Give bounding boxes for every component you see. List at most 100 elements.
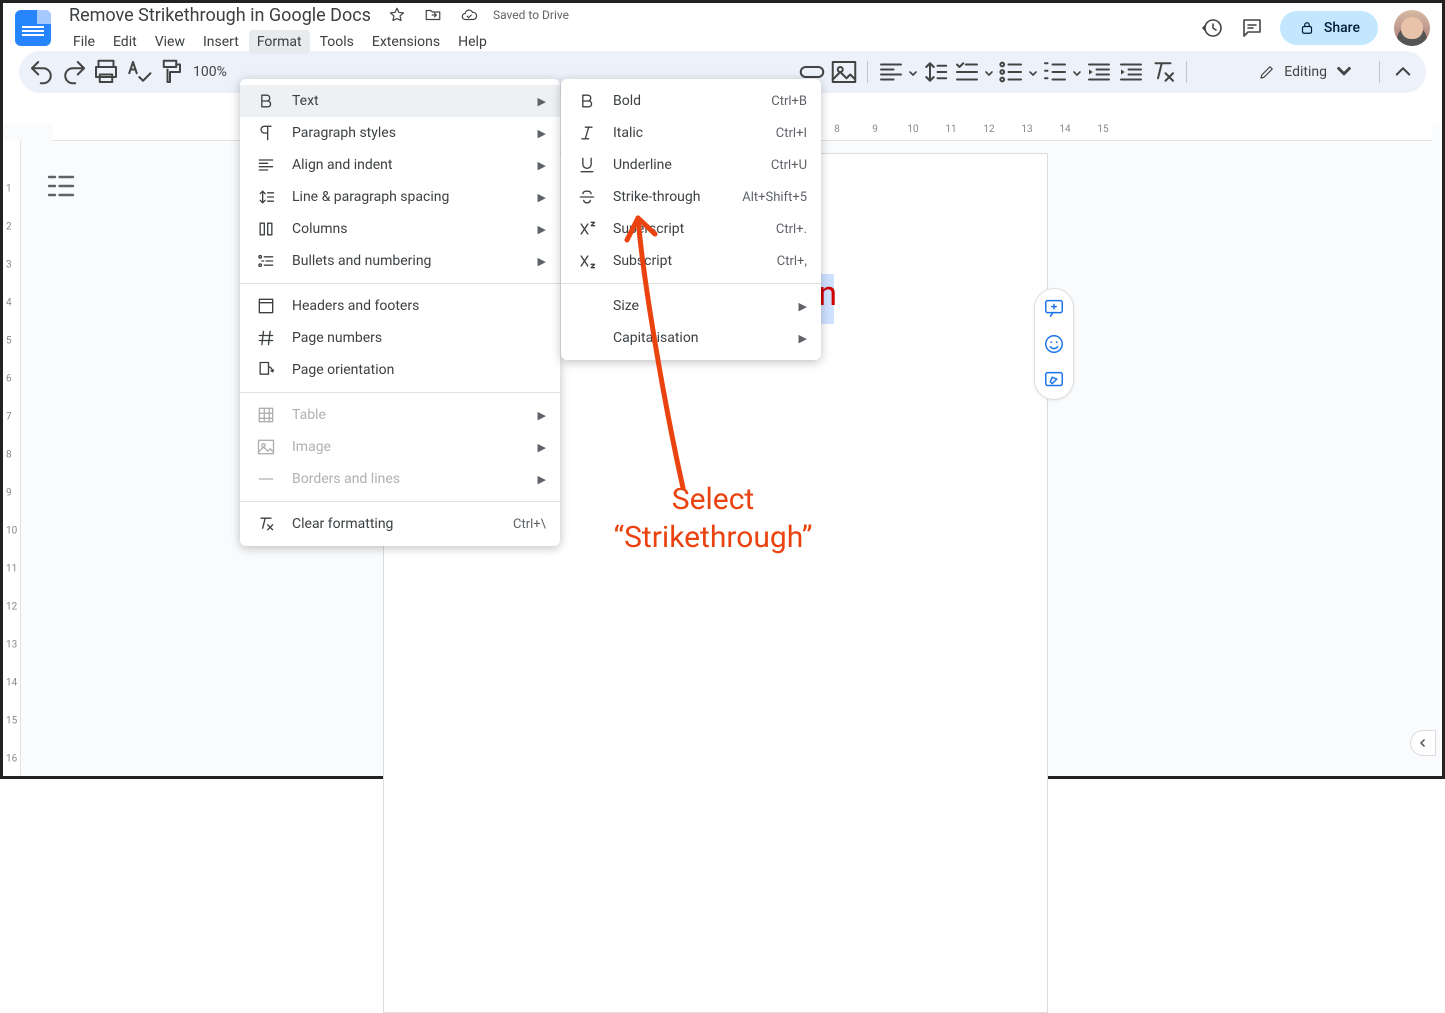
hash-icon	[256, 328, 276, 348]
bulleted-dropdown-icon[interactable]	[1028, 67, 1038, 77]
format-menu-item[interactable]: Align and indent ▶	[240, 149, 560, 181]
format-menu-item[interactable]: Page numbers	[240, 322, 560, 354]
text-submenu-item[interactable]: Strike-throughAlt+Shift+5	[561, 181, 821, 213]
italic-icon	[577, 123, 597, 143]
text-submenu-item[interactable]: SuperscriptCtrl+.	[561, 213, 821, 245]
menu-view[interactable]: View	[147, 30, 193, 54]
share-button[interactable]: Share	[1280, 11, 1378, 45]
collapse-toolbar-button[interactable]	[1388, 57, 1418, 87]
vertical-ruler[interactable]: 12345678910111213141516	[3, 141, 21, 776]
submenu-item-label: Italic	[613, 125, 760, 141]
undo-button[interactable]	[27, 57, 57, 87]
format-menu-item[interactable]: Line & paragraph spacing▶	[240, 181, 560, 213]
document-outline-button[interactable]	[43, 168, 79, 204]
columns-icon	[256, 219, 276, 239]
menu-item-label: Image	[292, 439, 522, 455]
move-folder-icon[interactable]	[421, 3, 445, 27]
submenu-arrow-icon: ▶	[538, 159, 546, 172]
numbered-list-button[interactable]	[1040, 57, 1070, 87]
history-icon[interactable]	[1200, 16, 1224, 40]
menu-edit[interactable]: Edit	[105, 30, 145, 54]
submenu-item-label: Underline	[613, 157, 755, 173]
bold-icon	[577, 91, 597, 111]
submenu-arrow-icon: ▶	[538, 473, 546, 486]
checklist-dropdown-icon[interactable]	[984, 67, 994, 77]
align-button[interactable]	[876, 57, 906, 87]
document-title[interactable]: Remove Strikethrough in Google Docs	[65, 3, 375, 28]
cloud-saved-icon[interactable]	[457, 3, 481, 27]
menu-format[interactable]: Format	[249, 30, 310, 54]
paint-format-button[interactable]	[155, 57, 185, 87]
menu-extensions[interactable]: Extensions	[364, 30, 448, 54]
table-icon	[256, 405, 276, 425]
docs-logo-icon[interactable]	[15, 10, 51, 46]
menu-item-label: Borders and lines	[292, 471, 522, 487]
align-dropdown-icon[interactable]	[908, 67, 918, 77]
text-submenu-item[interactable]: Size▶	[561, 290, 821, 322]
menu-file[interactable]: File	[65, 30, 103, 54]
menu-item-label: Table	[292, 407, 522, 423]
submenu-item-label: Capitalisation	[613, 330, 783, 346]
menu-item-label: Headers and footers	[292, 298, 546, 314]
add-emoji-icon[interactable]	[1043, 333, 1065, 355]
format-menu-item[interactable]: Text▶	[240, 85, 560, 117]
format-menu-dropdown: Text▶Paragraph styles▶ Align and indent ▶ L…	[240, 79, 560, 546]
submenu-arrow-icon: ▶	[799, 332, 807, 345]
add-comment-icon[interactable]	[1043, 297, 1065, 319]
format-menu-item[interactable]: Paragraph styles▶	[240, 117, 560, 149]
text-submenu-item[interactable]: Subscript Ctrl+,	[561, 245, 821, 277]
menu-help[interactable]: Help	[450, 30, 495, 54]
image-icon	[256, 437, 276, 457]
header-icon	[256, 296, 276, 316]
menubar: File Edit View Insert Format Tools Exten…	[65, 30, 569, 54]
submenu-arrow-icon: ▶	[538, 127, 546, 140]
hide-panel-button[interactable]	[1410, 730, 1436, 756]
editing-mode-button[interactable]: Editing	[1252, 59, 1371, 85]
spacing-icon	[256, 187, 276, 207]
spellcheck-button[interactable]	[123, 57, 153, 87]
menu-item-label: Page orientation	[292, 362, 546, 378]
zoom-value[interactable]: 100%	[187, 64, 233, 80]
side-action-panel	[1034, 288, 1074, 400]
line-spacing-button[interactable]	[920, 57, 950, 87]
submenu-arrow-icon: ▶	[538, 441, 546, 454]
menu-insert[interactable]: Insert	[195, 30, 247, 54]
star-icon[interactable]	[385, 3, 409, 27]
menu-item-label: Align and indent	[292, 157, 522, 173]
bullets-icon	[256, 251, 276, 271]
avatar[interactable]	[1394, 10, 1430, 46]
submenu-shortcut: Ctrl+.	[776, 222, 807, 237]
format-menu-item[interactable]: Page orientation	[240, 354, 560, 386]
bold-icon	[256, 91, 276, 111]
format-menu-item[interactable]: Bullets and numbering▶	[240, 245, 560, 277]
format-menu-item: Image ▶	[240, 431, 560, 463]
submenu-shortcut: Ctrl+,	[777, 254, 807, 269]
checklist-button[interactable]	[952, 57, 982, 87]
saved-to-drive-label[interactable]: Saved to Drive	[493, 8, 569, 22]
text-submenu-item[interactable]: BoldCtrl+B	[561, 85, 821, 117]
comments-icon[interactable]	[1240, 16, 1264, 40]
format-menu-item: Borders and lines ▶	[240, 463, 560, 495]
bulleted-list-button[interactable]	[996, 57, 1026, 87]
menu-item-label: Bullets and numbering	[292, 253, 522, 269]
clear-formatting-button[interactable]	[1148, 57, 1178, 87]
menu-tools[interactable]: Tools	[312, 30, 362, 54]
decrease-indent-button[interactable]	[1084, 57, 1114, 87]
share-button-label: Share	[1324, 20, 1360, 36]
text-submenu-item[interactable]: UnderlineCtrl+U	[561, 149, 821, 181]
format-menu-item[interactable]: Headers and footers	[240, 290, 560, 322]
format-menu-item[interactable]: Clear formattingCtrl+\	[240, 508, 560, 540]
suggest-edits-icon[interactable]	[1043, 369, 1065, 391]
print-button[interactable]	[91, 57, 121, 87]
format-menu-item[interactable]: Columns▶	[240, 213, 560, 245]
redo-button[interactable]	[59, 57, 89, 87]
text-submenu-item[interactable]: ItalicCtrl+I	[561, 117, 821, 149]
text-submenu-item[interactable]: Capitalisation ▶	[561, 322, 821, 354]
numbered-dropdown-icon[interactable]	[1072, 67, 1082, 77]
insert-image-button[interactable]	[829, 57, 859, 87]
submenu-item-label: Subscript	[613, 253, 761, 269]
menu-item-label: Clear formatting	[292, 516, 497, 532]
increase-indent-button[interactable]	[1116, 57, 1146, 87]
submenu-arrow-icon: ▶	[538, 223, 546, 236]
strike-icon	[577, 187, 597, 207]
